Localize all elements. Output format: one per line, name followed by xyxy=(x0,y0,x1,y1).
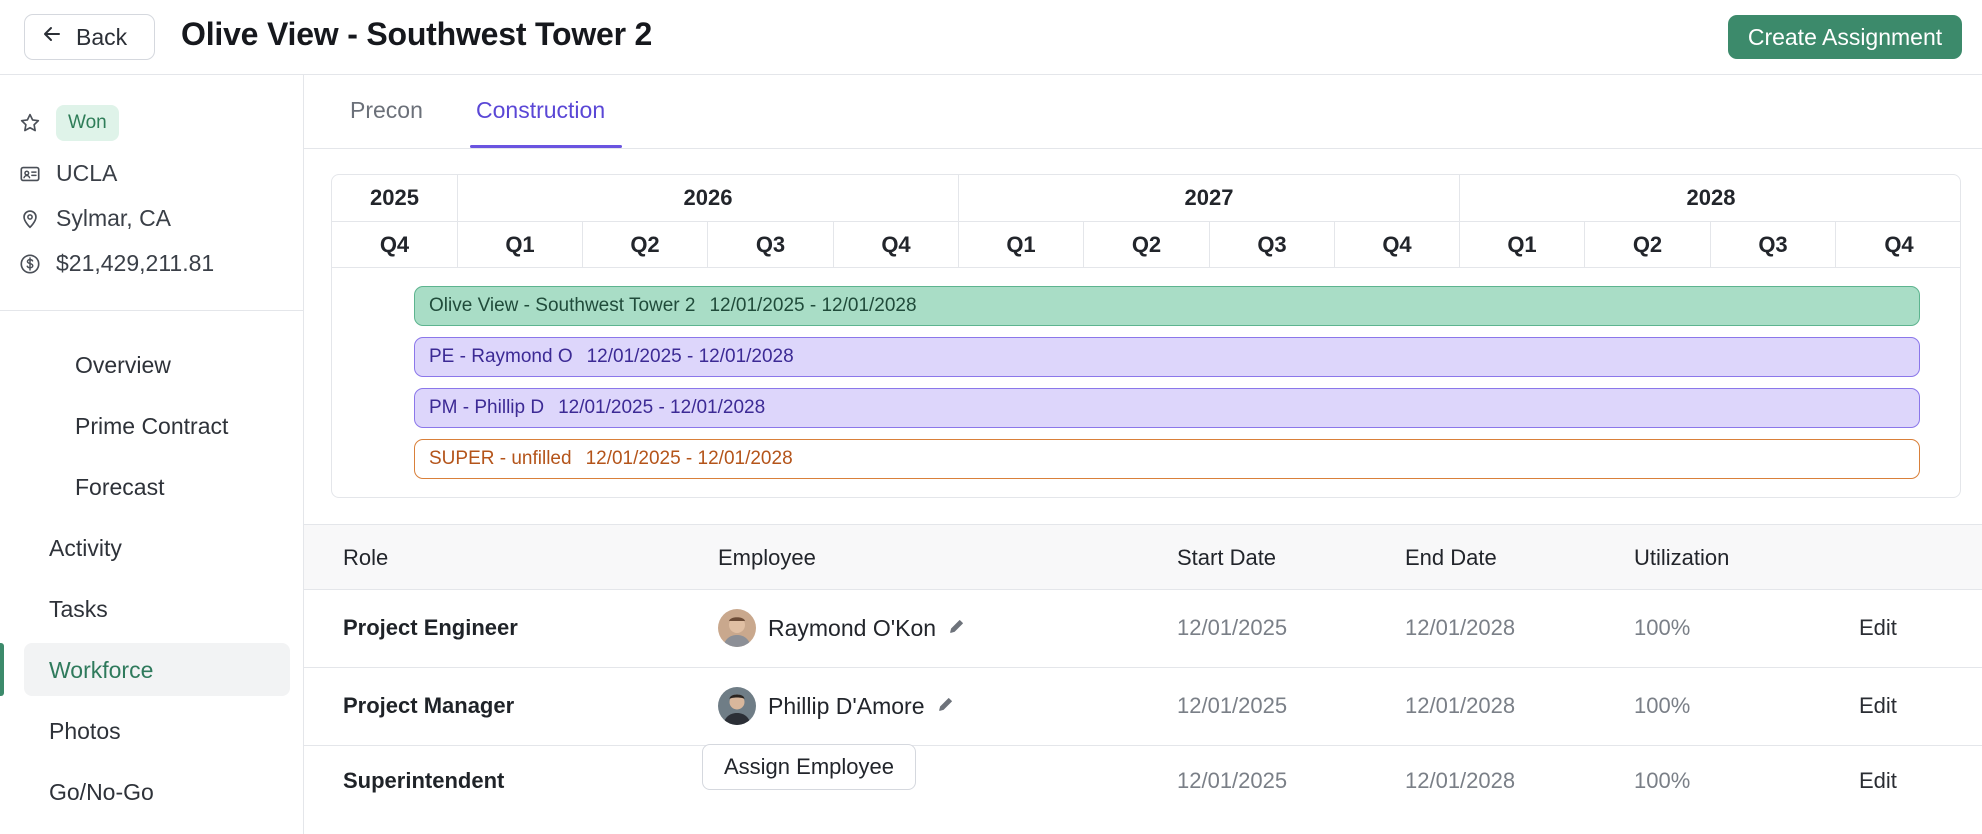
table-row: Project Manager Phillip D'Amore 12/01/20… xyxy=(304,668,1982,746)
end-date-cell: 12/01/2028 xyxy=(1405,615,1516,640)
avatar xyxy=(718,687,756,725)
table-row: Project Engineer Raymond O'Kon 12/01/202… xyxy=(304,590,1982,668)
start-date-cell: 12/01/2025 xyxy=(1177,615,1288,640)
bar-dates: 12/01/2025 - 12/01/2028 xyxy=(586,346,794,367)
employee-cell: Phillip D'Amore xyxy=(718,687,955,725)
quarter-header: Q3 xyxy=(708,222,834,267)
back-label: Back xyxy=(76,23,128,50)
value-row: $21,429,211.81 xyxy=(18,250,214,277)
quarter-header: Q3 xyxy=(1711,222,1836,267)
quarter-header: Q2 xyxy=(1084,222,1210,267)
timeline-bar-project[interactable]: Olive View - Southwest Tower 2 12/01/202… xyxy=(414,286,1920,326)
column-header-utilization: Utilization xyxy=(1634,545,1730,570)
timeline-bar-assignment[interactable]: PE - Raymond O 12/01/2025 - 12/01/2028 xyxy=(414,337,1920,377)
dollar-circle-icon xyxy=(18,252,42,276)
map-pin-icon xyxy=(18,207,42,231)
tab-precon[interactable]: Precon xyxy=(350,97,423,124)
timeline-quarter-row: Q4 Q1 Q2 Q3 Q4 Q1 Q2 Q3 Q4 Q1 Q2 Q3 Q4 xyxy=(332,222,1960,268)
quarter-header: Q1 xyxy=(1460,222,1585,267)
phase-tabs: Precon Construction xyxy=(304,75,1982,149)
employee-name[interactable]: Phillip D'Amore xyxy=(768,693,925,720)
arrow-left-icon xyxy=(42,24,62,50)
column-header-end-date: End Date xyxy=(1405,545,1497,570)
page-header: Back Olive View - Southwest Tower 2 Crea… xyxy=(0,0,1982,75)
avatar xyxy=(718,609,756,647)
employee-name[interactable]: Raymond O'Kon xyxy=(768,615,936,642)
utilization-cell: 100% xyxy=(1634,615,1691,640)
sidebar-item-photos[interactable]: Photos xyxy=(49,718,121,745)
active-tab-underline xyxy=(470,145,622,148)
timeline-bar-assignment[interactable]: PM - Phillip D 12/01/2025 - 12/01/2028 xyxy=(414,388,1920,428)
end-date-cell: 12/01/2028 xyxy=(1405,693,1516,718)
sidebar-item-workforce[interactable]: Workforce xyxy=(49,657,153,684)
table-header: Role Employee Start Date End Date Utiliz… xyxy=(304,524,1982,590)
bar-name: PE - Raymond O xyxy=(429,346,573,367)
quarter-header: Q2 xyxy=(1585,222,1711,267)
sidebar-subitem-overview[interactable]: Overview xyxy=(75,352,171,379)
year-header: 2025 xyxy=(332,175,458,221)
bar-name: PM - Phillip D xyxy=(429,397,545,418)
assign-employee-button[interactable]: Assign Employee xyxy=(702,744,916,790)
quarter-header: Q2 xyxy=(583,222,708,267)
quarter-header: Q4 xyxy=(1884,231,1914,257)
bar-dates: 12/01/2025 - 12/01/2028 xyxy=(558,397,766,418)
sidebar-item-activity[interactable]: Activity xyxy=(49,535,122,562)
sidebar-active-indicator xyxy=(0,643,4,696)
timeline-year-row: 2025 2026 2027 2028 xyxy=(332,175,1960,222)
quarter-header: Q1 xyxy=(959,222,1084,267)
quarter-header: Q4 xyxy=(834,222,959,267)
location-text: Sylmar, CA xyxy=(56,205,172,231)
pencil-icon[interactable] xyxy=(937,693,955,719)
quarter-header: Q4 xyxy=(1335,222,1460,267)
create-assignment-button[interactable]: Create Assignment xyxy=(1728,15,1962,59)
pencil-icon[interactable] xyxy=(948,615,966,641)
sidebar-subitem-prime-contract[interactable]: Prime Contract xyxy=(75,413,228,440)
id-card-icon xyxy=(18,162,42,186)
page-title: Olive View - Southwest Tower 2 xyxy=(181,16,653,52)
role-cell: Project Manager xyxy=(343,693,515,718)
back-button[interactable]: Back xyxy=(24,14,155,60)
utilization-cell: 100% xyxy=(1634,768,1691,793)
year-header: 2028 xyxy=(1686,185,1736,210)
start-date-cell: 12/01/2025 xyxy=(1177,693,1288,718)
role-cell: Superintendent xyxy=(343,768,505,793)
column-header-employee: Employee xyxy=(718,545,816,570)
timeline-chart: 2025 2026 2027 2028 Q4 Q1 Q2 Q3 Q4 Q1 Q2… xyxy=(331,174,1961,498)
edit-button[interactable]: Edit xyxy=(1859,693,1897,719)
bar-dates: 12/01/2025 - 12/01/2028 xyxy=(709,295,917,316)
bar-name: Olive View - Southwest Tower 2 xyxy=(429,295,696,316)
column-header-role: Role xyxy=(343,545,389,570)
quarter-header: Q1 xyxy=(458,222,583,267)
year-header: 2026 xyxy=(458,175,959,221)
sidebar: Won UCLA Sylmar, CA $21,429,211.81 Overv… xyxy=(0,75,304,834)
end-date-cell: 12/01/2028 xyxy=(1405,768,1516,793)
star-icon[interactable] xyxy=(18,111,42,135)
year-header: 2027 xyxy=(959,175,1460,221)
client-name: UCLA xyxy=(56,160,118,186)
location-row: Sylmar, CA xyxy=(18,205,171,232)
bar-name: SUPER - unfilled xyxy=(429,448,572,469)
contract-value: $21,429,211.81 xyxy=(56,250,215,276)
utilization-cell: 100% xyxy=(1634,693,1691,718)
role-cell: Project Engineer xyxy=(343,615,518,640)
status-badge: Won xyxy=(56,105,119,141)
client-row: UCLA xyxy=(18,160,117,187)
status-row: Won xyxy=(18,105,119,141)
sidebar-divider xyxy=(0,310,304,311)
sidebar-item-tasks[interactable]: Tasks xyxy=(49,596,108,623)
quarter-header: Q3 xyxy=(1210,222,1335,267)
bar-dates: 12/01/2025 - 12/01/2028 xyxy=(585,448,793,469)
table-row: Superintendent Assign Employee 12/01/202… xyxy=(304,744,1982,824)
quarter-header: Q4 xyxy=(332,222,458,267)
start-date-cell: 12/01/2025 xyxy=(1177,768,1288,793)
tab-construction[interactable]: Construction xyxy=(476,97,605,124)
edit-button[interactable]: Edit xyxy=(1859,615,1897,641)
column-header-start-date: Start Date xyxy=(1177,545,1277,570)
sidebar-item-go-no-go[interactable]: Go/No-Go xyxy=(49,779,154,806)
timeline-bar-unfilled[interactable]: SUPER - unfilled 12/01/2025 - 12/01/2028 xyxy=(414,439,1920,479)
employee-cell: Raymond O'Kon xyxy=(718,609,966,647)
edit-button[interactable]: Edit xyxy=(1859,768,1897,794)
sidebar-subitem-forecast[interactable]: Forecast xyxy=(75,474,164,501)
